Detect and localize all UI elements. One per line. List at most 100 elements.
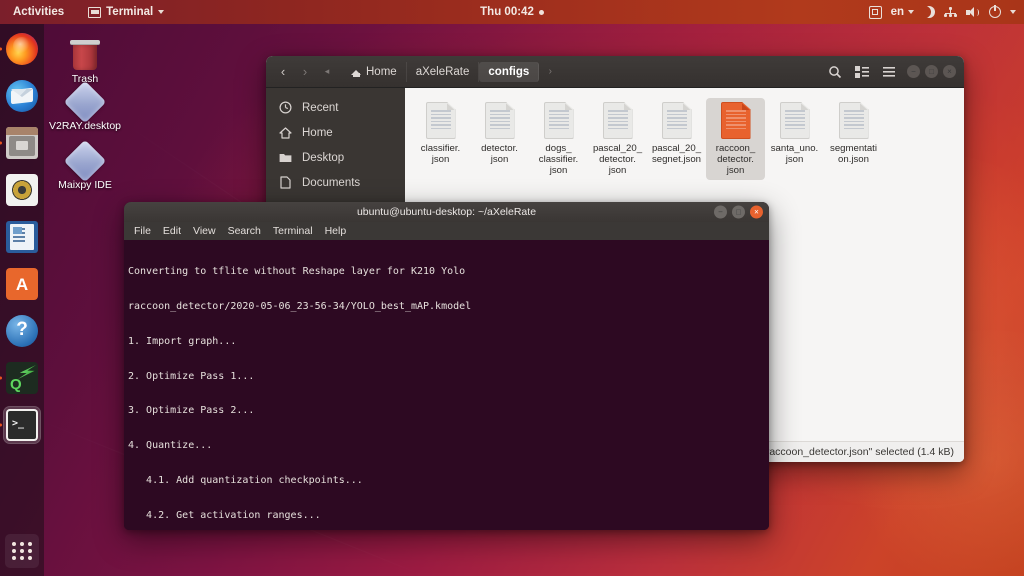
keyboard-layout-button[interactable]: en [891, 6, 914, 18]
sidebar-item-desktop[interactable]: Desktop [266, 145, 405, 170]
dock-item-files[interactable] [0, 124, 41, 162]
back-button[interactable]: ‹ [272, 61, 294, 83]
dock-item-qt-creator[interactable]: Q [0, 359, 41, 397]
activities-label: Activities [13, 6, 65, 18]
dock-item-rhythmbox[interactable] [3, 171, 41, 209]
menu-file[interactable]: File [134, 225, 151, 237]
terminal-titlebar[interactable]: ubuntu@ubuntu-desktop: ~/aXeleRate − □ × [124, 202, 769, 222]
breadcrumb-item-axelerate[interactable]: aXeleRate [407, 61, 480, 82]
dock-item-thunderbird[interactable] [3, 77, 41, 115]
json-file-icon [720, 102, 751, 139]
file-manager-header-actions: − □ × [826, 63, 958, 80]
sidebar-item-label: Documents [302, 176, 361, 189]
file-item[interactable]: detector. json [470, 98, 529, 180]
json-file-icon [838, 102, 869, 139]
desktop-icon-maixpy-ide[interactable]: Maixpy IDE [48, 134, 122, 191]
ubuntu-software-icon: A [6, 268, 38, 300]
maximize-button[interactable]: □ [732, 205, 745, 219]
clock-label: Thu 00:42 [480, 6, 534, 18]
json-file-icon [661, 102, 692, 139]
dock-item-terminal[interactable]: >_ [0, 406, 41, 444]
terminal-icon [88, 6, 102, 18]
folder-icon [278, 150, 293, 165]
desktop-icon-v2ray[interactable]: V2RAY.desktop [48, 75, 122, 132]
home-icon [351, 67, 362, 77]
json-file-icon [484, 102, 515, 139]
help-icon: ? [6, 315, 38, 347]
dock-item-libreoffice-writer[interactable] [3, 218, 41, 256]
file-item[interactable]: pascal_20_ segnet.json [647, 98, 706, 180]
sidebar-item-documents[interactable]: Documents [266, 170, 405, 195]
breadcrumb-label: configs [488, 65, 530, 78]
desktop-screen: Activities Terminal Thu 00:42 en A ? Q >… [0, 0, 1024, 576]
json-file-icon [543, 102, 574, 139]
hamburger-menu-icon[interactable] [880, 63, 897, 80]
sidebar-item-home[interactable]: Home [266, 120, 405, 145]
terminal-window: ubuntu@ubuntu-desktop: ~/aXeleRate − □ ×… [124, 202, 769, 530]
libreoffice-writer-icon [6, 221, 38, 253]
view-toggle-icon[interactable] [853, 63, 870, 80]
file-item[interactable]: segmentati on.json [824, 98, 883, 180]
menu-search[interactable]: Search [228, 225, 261, 237]
menu-terminal[interactable]: Terminal [273, 225, 313, 237]
json-file-icon [779, 102, 810, 139]
running-indicator-icon [0, 423, 2, 427]
close-button[interactable]: × [943, 65, 956, 78]
dock-item-help[interactable]: ? [3, 312, 41, 350]
running-indicator-icon [0, 47, 2, 51]
grid-dot-icon [11, 549, 16, 553]
menu-edit[interactable]: Edit [163, 225, 181, 237]
file-item[interactable]: santa_uno. json [765, 98, 824, 180]
sidebar-item-label: Desktop [302, 151, 345, 164]
maximize-button[interactable]: □ [925, 65, 938, 78]
history-button[interactable]: ◂ [316, 61, 338, 83]
file-label: segmentati on.json [830, 143, 877, 165]
file-item[interactable]: classifier. json [411, 98, 470, 180]
terminal-line: 1. Import graph... [128, 335, 237, 347]
qt-creator-icon: Q [6, 362, 38, 394]
terminal-output[interactable]: Converting to tflite without Reshape lay… [124, 240, 769, 530]
app-menu-button[interactable]: Terminal [83, 4, 169, 20]
file-item-selected[interactable]: raccoon_ detector. json [706, 98, 765, 180]
forward-button[interactable]: › [294, 61, 316, 83]
notification-dot-icon [538, 9, 544, 15]
keyboard-layout-label: en [890, 6, 904, 18]
network-icon[interactable] [944, 6, 957, 18]
close-button[interactable]: × [750, 205, 763, 219]
terminal-line: 3. Optimize Pass 2... [128, 405, 255, 417]
activities-button[interactable]: Activities [8, 4, 69, 20]
terminal-line: Converting to tflite without Reshape lay… [128, 266, 466, 278]
file-item[interactable]: pascal_20_ detector. json [588, 98, 647, 180]
breadcrumb-more-button[interactable]: › [539, 61, 561, 83]
breadcrumb-label: aXeleRate [415, 65, 470, 78]
file-grid: classifier. json detector. json dogs_ cl… [411, 98, 958, 180]
chevron-down-icon [908, 10, 914, 14]
breadcrumb-item-home[interactable]: Home [342, 61, 407, 82]
terminal-line: raccoon_detector/2020-05-06_23-56-34/YOL… [128, 300, 472, 312]
night-light-icon[interactable] [923, 6, 935, 18]
app-menu-label: Terminal [106, 6, 154, 18]
volume-icon[interactable] [966, 6, 980, 18]
terminal-icon: >_ [6, 409, 38, 441]
dock-item-ubuntu-software[interactable]: A [3, 265, 41, 303]
minimize-button[interactable]: − [714, 205, 727, 219]
dock-item-firefox[interactable] [0, 30, 41, 68]
json-file-icon [425, 102, 456, 139]
power-icon[interactable] [989, 5, 1001, 18]
menu-help[interactable]: Help [325, 225, 347, 237]
breadcrumb-item-configs[interactable]: configs [479, 61, 540, 82]
search-icon[interactable] [826, 63, 843, 80]
menu-view[interactable]: View [193, 225, 216, 237]
screenshot-icon[interactable] [868, 5, 882, 19]
show-applications-button[interactable] [5, 534, 39, 568]
breadcrumb-label: Home [366, 65, 397, 78]
terminal-title: ubuntu@ubuntu-desktop: ~/aXeleRate [356, 206, 537, 218]
system-menu-arrow-icon[interactable] [1010, 10, 1016, 14]
sidebar-item-recent[interactable]: Recent [266, 95, 405, 120]
file-label: raccoon_ detector. json [715, 143, 756, 176]
dock: A ? Q >_ [0, 24, 44, 576]
file-item[interactable]: dogs_ classifier. json [529, 98, 588, 180]
chevron-right-icon: › [548, 66, 552, 77]
minimize-button[interactable]: − [907, 65, 920, 78]
terminal-line: 4.1. Add quantization checkpoints... [128, 474, 363, 486]
